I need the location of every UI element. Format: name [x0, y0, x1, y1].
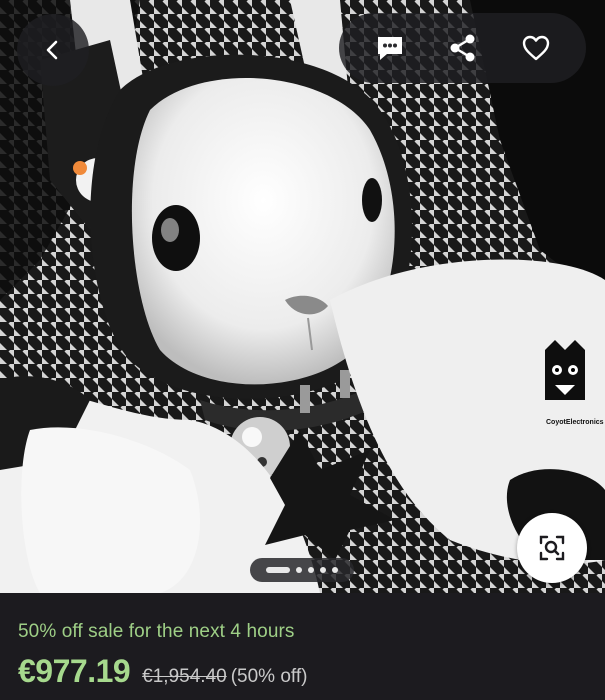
- price-row: €977.19 €1,954.40 (50% off): [18, 653, 307, 690]
- action-bar: [339, 13, 586, 83]
- gallery-pagination[interactable]: [250, 558, 354, 582]
- heart-icon: [522, 35, 549, 61]
- message-icon: [377, 37, 402, 60]
- page-dot[interactable]: [332, 567, 338, 573]
- favorite-button[interactable]: [516, 28, 556, 68]
- share-button[interactable]: [443, 28, 483, 68]
- share-icon: [450, 34, 474, 62]
- image-search-button[interactable]: [517, 513, 587, 583]
- discount-label: (50% off): [230, 666, 308, 687]
- current-price: €977.19: [18, 653, 131, 689]
- page-dot[interactable]: [296, 567, 302, 573]
- original-price: €1,954.40: [142, 666, 227, 687]
- back-button[interactable]: [17, 14, 89, 86]
- image-search-icon: [539, 535, 565, 561]
- page-dot[interactable]: [308, 567, 314, 573]
- listing-photo: CoyotElectronics: [0, 0, 605, 593]
- page-dot-active[interactable]: [266, 567, 290, 573]
- page-dot[interactable]: [320, 567, 326, 573]
- message-button[interactable]: [370, 28, 410, 68]
- chevron-left-icon: [46, 40, 58, 60]
- listing-info: 50% off sale for the next 4 hours €977.1…: [0, 593, 605, 700]
- watermark-text: CoyotElectronics: [546, 419, 604, 426]
- product-image[interactable]: CoyotElectronics: [0, 0, 605, 593]
- sale-banner: 50% off sale for the next 4 hours: [18, 621, 295, 642]
